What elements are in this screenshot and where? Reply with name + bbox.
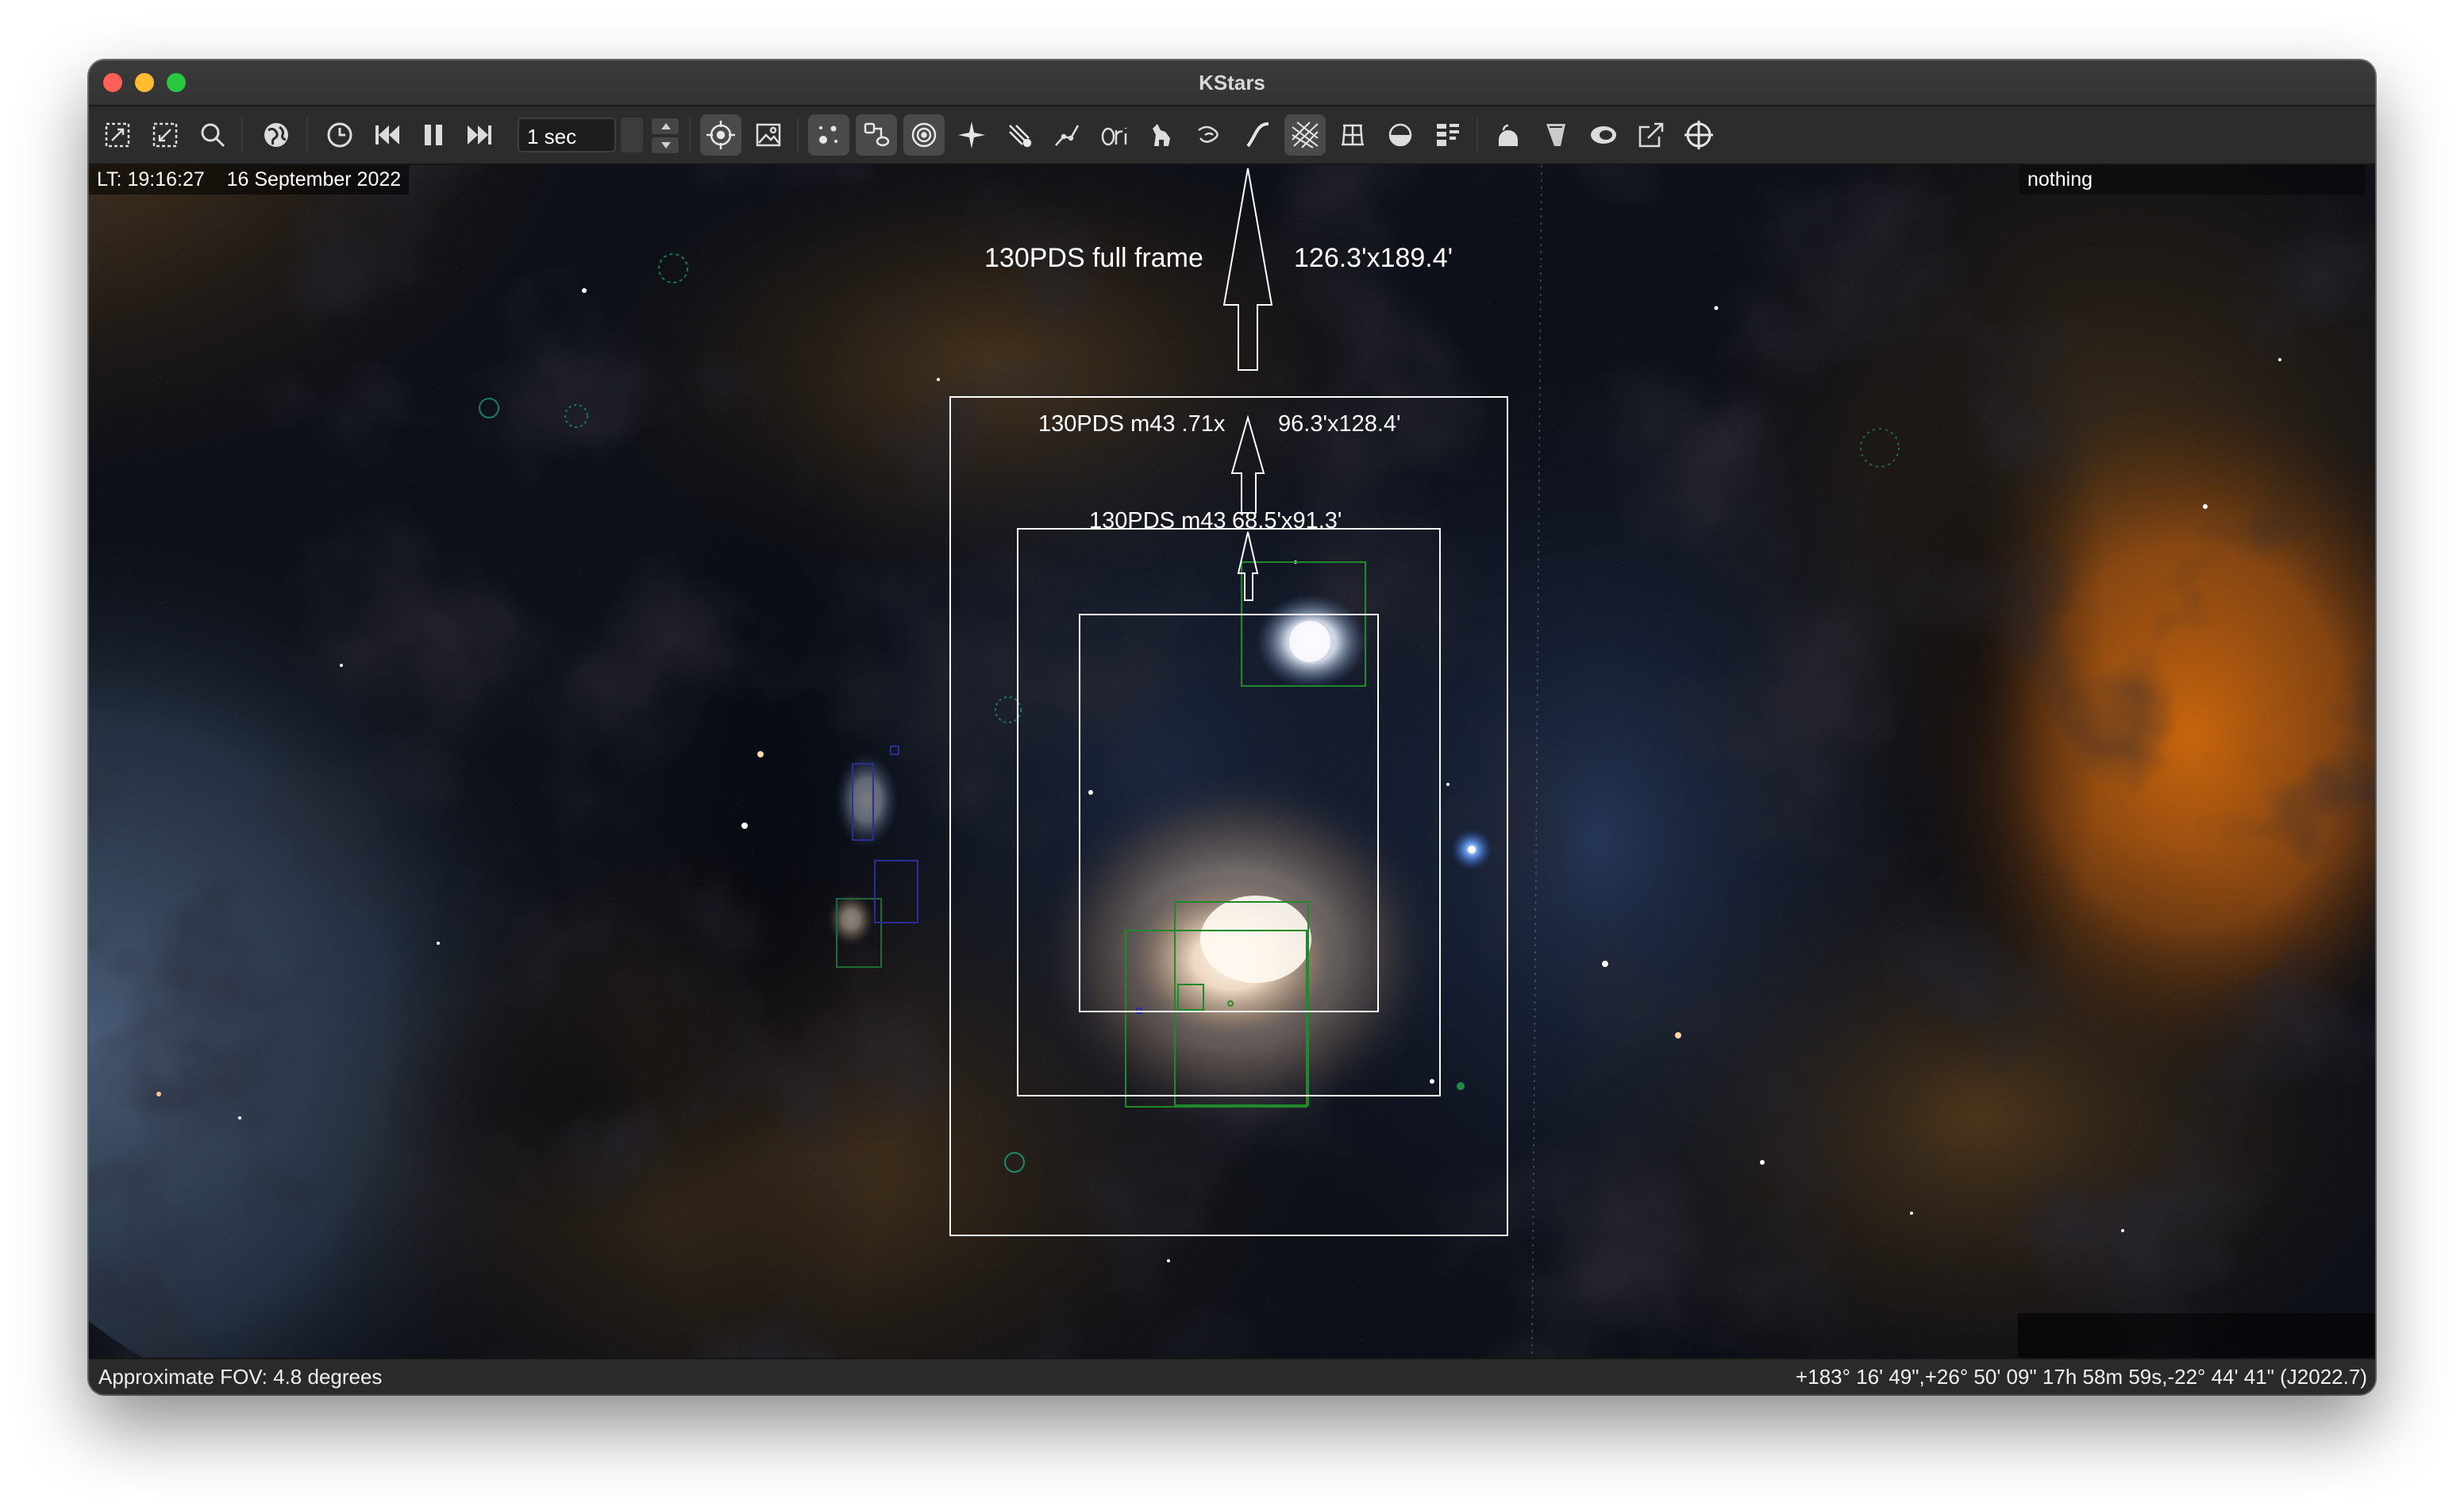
planetary-nebula-icon[interactable] (903, 114, 945, 156)
step-forward-icon[interactable] (459, 114, 500, 156)
hips-icon[interactable] (1427, 114, 1469, 156)
globe-icon[interactable] (256, 114, 297, 156)
time-step-decrease[interactable] (651, 137, 680, 154)
find-icon[interactable] (192, 114, 233, 156)
fov-label-full-frame: 130PDS full frame (984, 243, 1203, 273)
window-title: KStars (1199, 71, 1265, 94)
fov-label-m43-071x: 130PDS m43 .71x (1038, 411, 1226, 437)
image-icon[interactable] (748, 114, 789, 156)
fov-size-full-frame: 126.3'x189.4' (1294, 243, 1453, 273)
step-backward-icon[interactable] (367, 114, 408, 156)
clock-icon[interactable] (319, 114, 360, 156)
pause-icon[interactable] (413, 114, 454, 156)
kstars-window: KStars 1 sec LT: 19:16:27 16 September 2… (89, 60, 2375, 1394)
focus-info-box[interactable]: nothing (2019, 165, 2366, 195)
deep-sky-icon[interactable] (856, 114, 897, 156)
equatorial-grid-icon[interactable] (1284, 114, 1326, 156)
fov-status: Approximate FOV: 4.8 degrees (98, 1365, 383, 1389)
main-toolbar: 1 sec (89, 106, 2375, 165)
milky-way-icon[interactable] (1189, 114, 1230, 156)
zoom-fit-icon[interactable] (97, 114, 138, 156)
stars-icon[interactable] (808, 114, 849, 156)
fov-size-m43-071x: 96.3'x128.4' (1278, 411, 1401, 437)
comets-icon[interactable] (999, 114, 1040, 156)
constellation-names-icon[interactable] (1094, 114, 1135, 156)
ground-icon[interactable] (1332, 114, 1373, 156)
target-tracking-icon[interactable] (700, 114, 741, 156)
telescope-crosshair-icon[interactable] (1678, 114, 1719, 156)
focus-object: nothing (2027, 168, 2093, 191)
fov-symbols-icon[interactable] (1380, 114, 1421, 156)
status-bar: Approximate FOV: 4.8 degrees +183° 16' 4… (89, 1358, 2375, 1394)
satellites-icon[interactable] (1535, 114, 1577, 156)
export-image-icon[interactable] (1630, 114, 1672, 156)
time-step-increase[interactable] (651, 118, 680, 135)
coordinates-status: +183° 16' 49",+26° 50' 09" 17h 58m 59s,-… (1796, 1365, 2367, 1389)
date: 16 September 2022 (226, 168, 402, 191)
local-time: LT: 19:16:27 (97, 168, 205, 191)
constellation-lines-icon[interactable] (1046, 114, 1088, 156)
solar-system-icon[interactable] (951, 114, 992, 156)
mosaic-icon[interactable] (1583, 114, 1624, 156)
constellation-art-icon[interactable] (1142, 114, 1183, 156)
time-step-unit-selector[interactable] (621, 118, 643, 152)
time-step-field[interactable]: 1 sec (518, 118, 616, 152)
zoom-shrink-icon[interactable] (144, 114, 186, 156)
sky-background (89, 165, 2375, 1359)
title-bar: KStars (89, 60, 2375, 106)
time-info-box[interactable]: LT: 19:16:27 16 September 2022 (89, 165, 410, 195)
horizon-icon[interactable] (1237, 114, 1278, 156)
fov-label-m43: 130PDS m43 (1089, 508, 1226, 534)
supernova-icon[interactable] (1488, 114, 1529, 156)
fov-size-m43: 68.5'x91.3' (1232, 508, 1342, 534)
sky-map[interactable]: LT: 19:16:27 16 September 2022 nothing 1… (89, 165, 2375, 1359)
